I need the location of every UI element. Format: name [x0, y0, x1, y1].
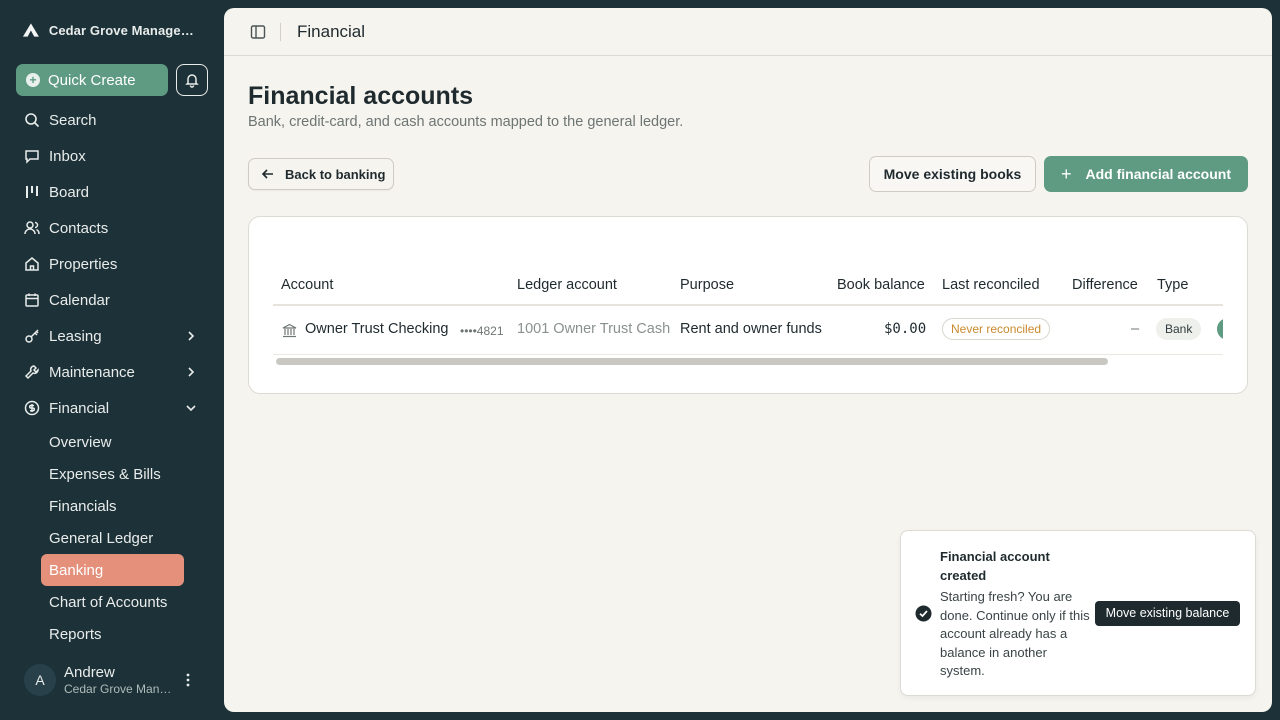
- bank-icon: [282, 323, 297, 338]
- chevron-right-icon: [188, 367, 195, 377]
- accounts-table: Account Ledger account Purpose Book bala…: [273, 263, 1223, 369]
- book-balance: $0.00: [884, 321, 927, 337]
- header-divider: [273, 304, 1223, 306]
- user-menu[interactable]: A Andrew Cedar Grove Management: [24, 662, 208, 698]
- org-switcher[interactable]: Cedar Grove Management: [22, 22, 202, 38]
- column-header-ledger-account[interactable]: Ledger account: [517, 277, 617, 293]
- dollar-icon: [24, 400, 40, 416]
- sidebar-item-maintenance[interactable]: Maintenance: [0, 354, 224, 390]
- sidebar-item-label: Contacts: [49, 219, 109, 237]
- sidebar-item-label: Leasing: [49, 327, 102, 345]
- sidebar-item-properties[interactable]: Properties: [0, 246, 224, 282]
- topbar-divider: [280, 22, 281, 41]
- add-label: Add financial account: [1085, 166, 1231, 182]
- page-subtitle: Bank, credit-card, and cash accounts map…: [248, 114, 684, 130]
- sidebar: Cedar Grove Management + Quick Create Se…: [0, 0, 224, 720]
- sidebar-item-label: Board: [49, 183, 90, 201]
- move-existing-balance-button[interactable]: Move existing balance: [1095, 601, 1240, 626]
- sidebar-subitem-financials[interactable]: Financials: [41, 490, 184, 522]
- sidebar-item-financial[interactable]: Financial: [0, 390, 224, 426]
- key-icon: [25, 329, 39, 343]
- toast-body: Starting fresh? You are done. Continue o…: [940, 589, 1090, 678]
- chevron-down-icon: [186, 405, 196, 412]
- type-badge: Bank: [1156, 318, 1202, 340]
- sidebar-subitem-banking[interactable]: Banking: [41, 554, 184, 586]
- sidebar-item-inbox[interactable]: Inbox: [0, 138, 224, 174]
- add-financial-account-button[interactable]: + Add financial account: [1044, 156, 1248, 192]
- column-header-account[interactable]: Account: [281, 277, 333, 293]
- avatar: A: [24, 664, 56, 696]
- sidebar-item-label: Financial: [49, 399, 110, 417]
- bell-icon: [185, 74, 199, 88]
- ledger-account: 1001 Owner Trust Cash: [517, 321, 671, 337]
- user-name: Andrew: [64, 664, 115, 681]
- account-mask: ••••4821: [460, 324, 504, 338]
- row-divider: [273, 354, 1223, 355]
- sidebar-item-label: Maintenance: [49, 363, 135, 381]
- column-header-purpose[interactable]: Purpose: [680, 277, 734, 293]
- financial-submenu: Overview Expenses & Bills Financials Gen…: [0, 426, 224, 650]
- horizontal-scrollbar[interactable]: [276, 358, 1108, 365]
- status-badge: Never reconciled: [942, 318, 1051, 340]
- column-header-type[interactable]: Type: [1157, 277, 1188, 293]
- column-header-difference[interactable]: Difference: [1072, 277, 1138, 293]
- sidebar-subitem-overview[interactable]: Overview: [41, 426, 184, 458]
- inbox-icon: [25, 150, 39, 164]
- column-header-last-reconciled[interactable]: Last reconciled: [942, 277, 1040, 293]
- board-icon: [26, 186, 38, 198]
- page-title: Financial accounts: [248, 82, 474, 110]
- sidebar-nav: Search Inbox Board Contacts Properties C…: [0, 102, 224, 650]
- sidebar-item-leasing[interactable]: Leasing: [0, 318, 224, 354]
- toast-title: Financial account created: [940, 549, 1050, 583]
- back-to-banking-button[interactable]: Back to banking: [248, 158, 394, 190]
- notifications-button[interactable]: [176, 64, 208, 96]
- quick-create-label: Quick Create: [48, 71, 136, 89]
- plus-icon: +: [1061, 163, 1072, 184]
- sidebar-toggle-icon[interactable]: [250, 24, 266, 40]
- sidebar-item-label: Properties: [49, 255, 118, 273]
- column-header-book-balance[interactable]: Book balance: [837, 277, 925, 293]
- calendar-icon: [25, 293, 39, 307]
- sidebar-subitem-expenses-bills[interactable]: Expenses & Bills: [41, 458, 184, 490]
- org-name: Cedar Grove Management: [48, 22, 202, 38]
- difference: –: [1131, 321, 1140, 337]
- contacts-icon: [24, 221, 40, 235]
- plus-circle-icon: +: [26, 73, 40, 87]
- topbar: Financial: [224, 8, 1272, 56]
- sidebar-subitem-reports[interactable]: Reports: [41, 618, 184, 650]
- arrow-left-icon: [261, 169, 273, 179]
- topbar-title: Financial: [297, 21, 366, 41]
- user-org: Cedar Grove Management: [64, 682, 176, 696]
- sidebar-item-label: Search: [49, 111, 97, 129]
- quick-create-button[interactable]: + Quick Create: [16, 64, 168, 96]
- chevron-right-icon: [188, 331, 195, 341]
- sidebar-item-contacts[interactable]: Contacts: [0, 210, 224, 246]
- account-name[interactable]: Owner Trust Checking: [305, 321, 448, 337]
- sidebar-item-board[interactable]: Board: [0, 174, 224, 210]
- sidebar-subitem-general-ledger[interactable]: General Ledger: [41, 522, 184, 554]
- sidebar-item-label: Calendar: [49, 291, 110, 309]
- sidebar-item-calendar[interactable]: Calendar: [0, 282, 224, 318]
- sidebar-item-search[interactable]: Search: [0, 102, 224, 138]
- toast-notification: Financial account created Starting fresh…: [900, 530, 1256, 696]
- more-vertical-icon[interactable]: [180, 672, 196, 688]
- wrench-icon: [24, 365, 39, 380]
- home-icon: [25, 257, 39, 271]
- purpose: Rent and owner funds: [680, 321, 822, 337]
- move-existing-books-button[interactable]: Move existing books: [869, 156, 1036, 192]
- sidebar-subitem-chart-of-accounts[interactable]: Chart of Accounts: [41, 586, 184, 618]
- logo-icon: [22, 23, 39, 37]
- check-circle-icon: [915, 605, 932, 622]
- accounts-card: Account Ledger account Purpose Book bala…: [248, 216, 1248, 394]
- back-label: Back to banking: [285, 166, 386, 182]
- sidebar-item-label: Inbox: [49, 147, 86, 165]
- search-icon: [25, 113, 40, 128]
- status-pill: [1217, 318, 1223, 340]
